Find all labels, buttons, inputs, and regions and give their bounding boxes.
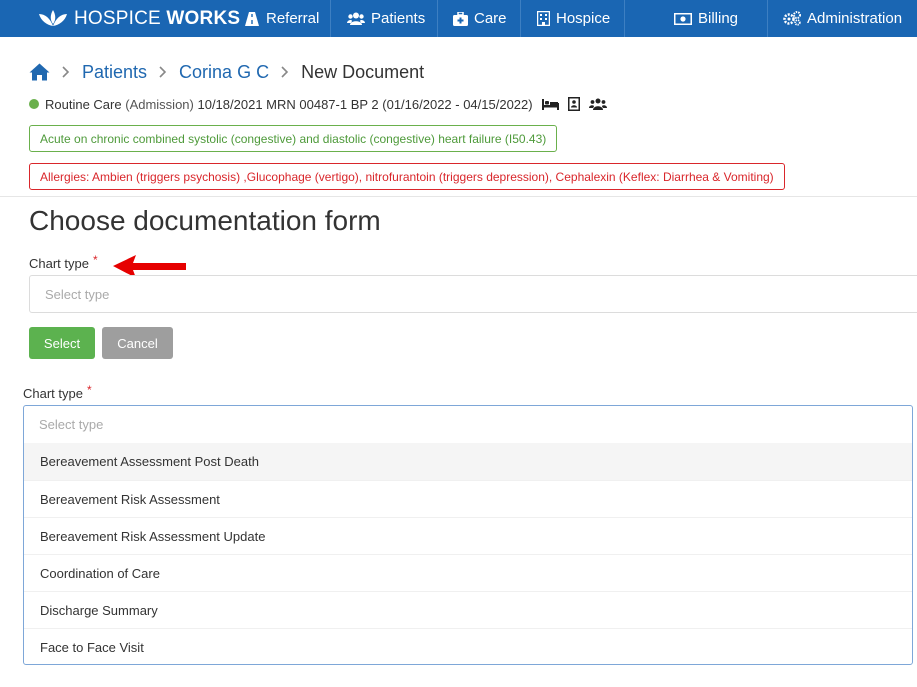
nav-referral[interactable]: Referral bbox=[244, 0, 319, 37]
leaf-logo-icon bbox=[39, 9, 67, 26]
dropdown-label-text: Chart type bbox=[23, 386, 83, 401]
care-type: Routine Care bbox=[45, 96, 122, 112]
nav-divider bbox=[330, 0, 331, 37]
medkit-icon bbox=[453, 11, 468, 26]
chevron-right-icon bbox=[62, 62, 70, 83]
dropdown-option[interactable]: Bereavement Assessment Post Death bbox=[24, 443, 912, 480]
nav-label: Administration bbox=[807, 10, 903, 27]
required-asterisk: * bbox=[86, 383, 92, 397]
nav-label: Referral bbox=[266, 10, 320, 27]
hospital-icon bbox=[537, 11, 550, 26]
dropdown-option[interactable]: Bereavement Risk Assessment bbox=[24, 480, 912, 517]
cancel-button[interactable]: Cancel bbox=[102, 327, 173, 359]
dropdown-search-input[interactable]: Select type bbox=[24, 406, 912, 443]
nav-divider bbox=[520, 0, 521, 37]
dropdown-option[interactable]: Coordination of Care bbox=[24, 554, 912, 591]
dropdown-option[interactable]: Face to Face Visit bbox=[24, 628, 912, 664]
allergies-badge: Allergies: Ambien (triggers psychosis) ,… bbox=[29, 163, 785, 190]
users-icon bbox=[347, 12, 365, 25]
gears-icon bbox=[783, 11, 801, 26]
breadcrumb-patients[interactable]: Patients bbox=[82, 62, 147, 83]
chart-type-label: Chart type * bbox=[29, 253, 98, 271]
nav-label: Care bbox=[474, 10, 507, 27]
contact-card-icon[interactable] bbox=[567, 97, 580, 111]
bed-icon[interactable] bbox=[541, 98, 559, 110]
dropdown-option[interactable]: Bereavement Risk Assessment Update bbox=[24, 517, 912, 554]
nav-divider bbox=[767, 0, 768, 37]
breadcrumb-current: New Document bbox=[301, 61, 425, 82]
chart-type-select[interactable]: Select type bbox=[29, 275, 917, 313]
status-dot-icon bbox=[29, 99, 39, 109]
nav-patients[interactable]: Patients bbox=[347, 0, 425, 37]
chevron-right-icon bbox=[281, 62, 289, 83]
required-asterisk: * bbox=[92, 253, 98, 267]
nav-divider bbox=[624, 0, 625, 37]
nav-care[interactable]: Care bbox=[453, 0, 507, 37]
home-icon[interactable] bbox=[29, 63, 50, 81]
nav-hospice[interactable]: Hospice bbox=[537, 0, 610, 37]
nav-label: Billing bbox=[698, 10, 739, 27]
patient-details: 10/18/2021 MRN 00487-1 BP 2 (01/16/2022 … bbox=[197, 96, 533, 112]
chart-type-label-text: Chart type bbox=[29, 256, 89, 271]
admission-label: (Admission) bbox=[125, 96, 194, 112]
brand-name-light: HOSPICE bbox=[74, 7, 161, 29]
breadcrumb-patient-name[interactable]: Corina G C bbox=[179, 62, 269, 83]
nav-label: Patients bbox=[371, 10, 426, 27]
road-icon bbox=[245, 11, 259, 26]
nav-administration[interactable]: Administration bbox=[783, 0, 902, 37]
diagnosis-badge: Acute on chronic combined systolic (cong… bbox=[29, 125, 558, 152]
section-divider bbox=[0, 196, 917, 197]
nav-divider bbox=[437, 0, 438, 37]
select-button[interactable]: Select bbox=[29, 327, 95, 359]
nav-label: Hospice bbox=[556, 10, 611, 27]
money-icon bbox=[674, 12, 692, 25]
dropdown-option[interactable]: Discharge Summary bbox=[24, 591, 912, 628]
dropdown-chart-type-label: Chart type * bbox=[23, 383, 92, 401]
top-navbar: HOSPICE WORKS Referral Patients Care Hos… bbox=[0, 0, 917, 37]
family-icon[interactable] bbox=[588, 98, 607, 110]
chart-type-dropdown[interactable]: Select type Bereavement Assessment Post … bbox=[23, 405, 913, 665]
breadcrumb: Patients Corina G C New Document bbox=[29, 58, 424, 86]
nav-billing[interactable]: Billing bbox=[674, 0, 738, 37]
page-title: Choose documentation form bbox=[29, 205, 381, 236]
patient-info: Routine Care (Admission) 10/18/2021 MRN … bbox=[29, 94, 607, 114]
chevron-right-icon bbox=[159, 62, 167, 83]
brand-logo[interactable]: HOSPICE WORKS bbox=[38, 0, 240, 37]
brand-name-bold: WORKS bbox=[166, 7, 241, 29]
